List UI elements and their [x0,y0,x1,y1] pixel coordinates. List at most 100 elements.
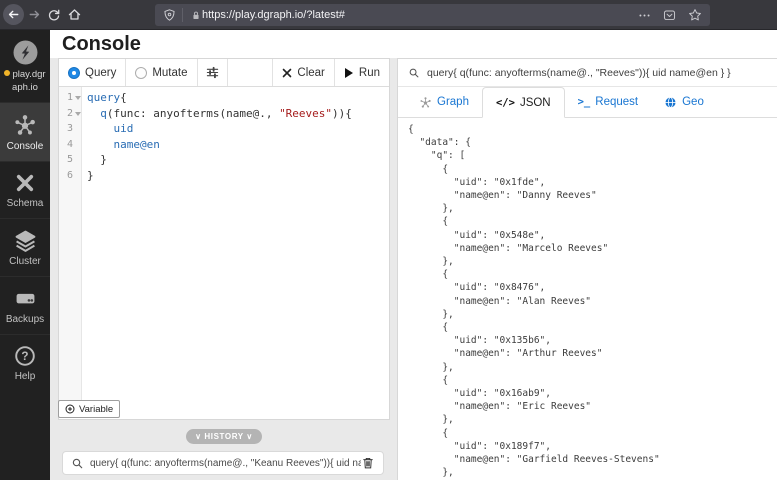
terminal-prompt-icon: >_ [578,96,591,108]
radio-unselected-icon[interactable] [135,67,147,79]
tab-json[interactable]: </> JSON [482,87,565,118]
url-divider [182,8,183,22]
fold-gutter [73,152,82,168]
clear-label: Clear [297,67,324,79]
sidebar-logo-block[interactable]: play.dgr aph.io [0,30,50,102]
endpoint-label: play.dgr aph.io [0,68,50,94]
radio-selected-icon[interactable] [68,67,80,79]
editor-line[interactable]: 1 query{ [59,90,389,106]
json-code-icon: </> [496,97,515,109]
sliders-icon [205,65,220,80]
sidebar-item-label: Console [0,141,50,152]
editor-code[interactable]: 1query{2 q(func: anyofterms(name@., "Ree… [59,87,389,183]
schema-tools-icon [14,172,36,194]
line-number: 1 [59,90,73,106]
run-label: Run [359,67,380,79]
url-text[interactable]: https://play.dgraph.io/?latest# [202,9,630,21]
toolbar-spacer [228,59,273,86]
sidebar-item-backups[interactable]: Backups [0,276,50,334]
forward-icon [27,7,42,22]
mutate-mode-radio[interactable]: Mutate [126,59,197,86]
history-item-text: query{ q(func: anyofterms(name@., "Keanu… [90,458,361,469]
sidebar-item-console[interactable]: Console [0,102,50,161]
executed-query-bar[interactable]: query{ q(func: anyofterms(name@., "Reeve… [398,59,777,87]
fold-gutter [73,168,82,184]
graph-tab-icon [419,96,432,109]
forward-button[interactable] [24,5,44,25]
sidebar-item-label: Cluster [0,256,50,267]
history-toggle[interactable]: ∨ HISTORY ∨ [186,429,262,444]
backups-drive-icon [14,287,37,310]
fold-marker-icon[interactable] [73,106,82,122]
line-number: 5 [59,152,73,168]
editor-options-button[interactable] [198,59,228,86]
browser-toolbar: https://play.dgraph.io/?latest# [0,0,777,30]
fold-gutter [73,137,82,153]
svg-text:?: ? [21,350,28,363]
tab-geo[interactable]: Geo [651,87,717,117]
line-number: 2 [59,106,73,122]
console-graph-icon [13,113,37,137]
code-text: } [82,168,94,184]
tab-label: JSON [520,97,551,109]
sidebar-item-cluster[interactable]: Cluster [0,218,50,276]
code-text: uid [82,121,133,137]
variable-label: Variable [79,404,113,415]
help-icon: ? [14,345,36,367]
plus-circle-icon [65,404,75,414]
history-item[interactable]: query{ q(func: anyofterms(name@., "Keanu… [62,451,384,475]
query-panel: Query Mutate Clear [58,58,390,420]
reload-icon [47,8,61,22]
sidebar-item-label: Backups [0,314,50,325]
clear-x-icon [282,68,292,78]
lock-icon[interactable] [190,9,202,22]
editor-line[interactable]: 6} [59,168,389,184]
line-number: 6 [59,168,73,184]
code-text: q(func: anyofterms(name@., "Reeves")){ [82,106,352,122]
address-bar[interactable]: https://play.dgraph.io/?latest# [155,4,710,26]
dgraph-play-console-page: https://play.dgraph.io/?latest# play.dgr… [0,0,777,480]
editor-toolbar: Query Mutate Clear [59,59,389,87]
run-button[interactable]: Run [334,59,389,86]
more-ellipsis-icon[interactable] [638,9,651,22]
app-header: Console [50,30,777,58]
fold-gutter [73,121,82,137]
sidebar-item-help[interactable]: ? Help [0,334,50,391]
editor-line[interactable]: 5 } [59,152,389,168]
tab-graph[interactable]: Graph [406,87,482,117]
query-mode-radio[interactable]: Query [59,59,126,86]
editor-line[interactable]: 3 uid [59,121,389,137]
query-editor[interactable]: 1query{2 q(func: anyofterms(name@., "Ree… [59,87,389,401]
trash-icon[interactable] [361,456,375,470]
sidebar-item-label: Schema [0,198,50,209]
editor-line[interactable]: 4 name@en [59,137,389,153]
status-dot [4,70,10,76]
sidebar-item-schema[interactable]: Schema [0,161,50,218]
executed-query-text: query{ q(func: anyofterms(name@., "Reeve… [427,67,731,79]
tab-label: Graph [437,96,469,108]
add-variable-button[interactable]: Variable [58,400,120,418]
tracking-shield-icon[interactable] [163,8,176,22]
result-panel: query{ q(func: anyofterms(name@., "Reeve… [397,58,777,480]
main-area: Console Query Mutate [50,30,777,480]
editor-line[interactable]: 2 q(func: anyofterms(name@., "Reeves")){ [59,106,389,122]
search-icon [71,457,84,470]
bookmark-star-icon[interactable] [688,8,702,22]
query-mode-label: Query [85,67,116,79]
search-icon [408,67,420,79]
clear-button[interactable]: Clear [272,59,333,86]
line-number: 4 [59,137,73,153]
back-button[interactable] [3,4,24,25]
tab-request[interactable]: >_ Request [565,87,652,117]
json-output[interactable]: { "data": { "q": [ { "uid": "0x1fde", "n… [398,118,777,480]
reload-button[interactable] [44,5,64,25]
sidebar: play.dgr aph.io Console Schema Cluster B… [0,30,50,480]
tab-label: Request [595,96,638,108]
dgraph-logo-icon [13,40,38,65]
pocket-icon[interactable] [663,9,676,22]
code-text: query{ [82,90,127,106]
cluster-layers-icon [14,229,37,252]
home-button[interactable] [64,5,84,25]
code-text: } [82,152,107,168]
fold-marker-icon[interactable] [73,90,82,106]
